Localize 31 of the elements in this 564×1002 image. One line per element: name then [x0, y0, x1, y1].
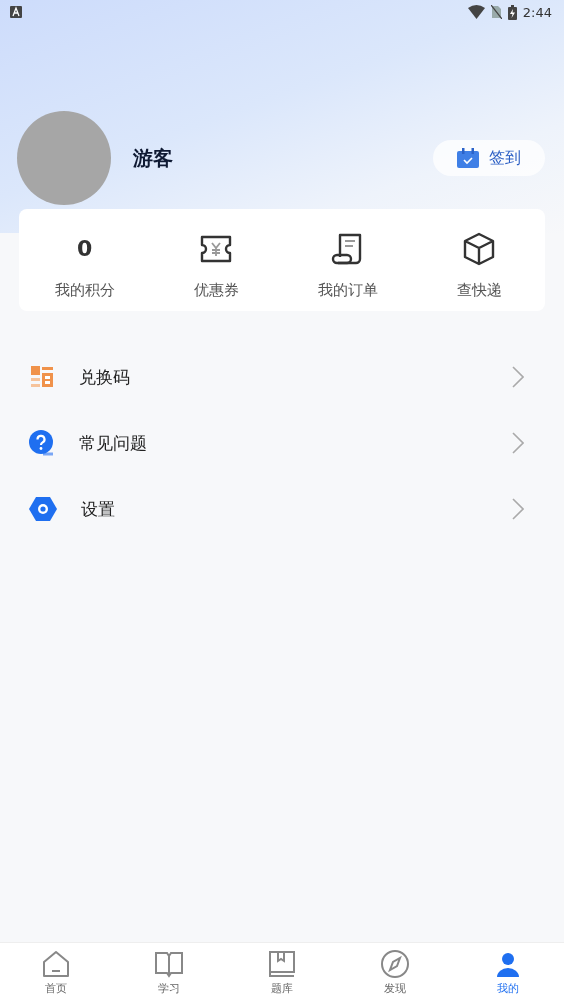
- tab[interactable]: 我的: [451, 943, 564, 1002]
- book-icon: [267, 949, 297, 979]
- stat-label[interactable]: 查快递: [456, 281, 502, 300]
- tab[interactable]: 发现: [338, 943, 452, 1002]
- chevron-right-icon: [512, 366, 524, 388]
- keyboard-icon: [10, 6, 22, 18]
- checkin-button[interactable]: 签到: [433, 140, 545, 176]
- wifi-icon: [467, 5, 485, 19]
- stat-label[interactable]: 我的积分: [54, 281, 115, 300]
- tab[interactable]: 学习: [112, 943, 226, 1002]
- menu-item[interactable]: 兑换码: [79, 365, 488, 389]
- points-value: 0: [77, 235, 93, 263]
- question-icon: [29, 430, 55, 456]
- book-icon: [154, 949, 185, 979]
- no-sim-icon: [490, 5, 502, 19]
- status-time: 2:44: [522, 4, 552, 20]
- settings-icon: [29, 496, 57, 522]
- menu-item[interactable]: 设置: [81, 497, 488, 521]
- stat-label[interactable]: 优惠券: [193, 281, 239, 300]
- qr-code-icon: [29, 364, 55, 390]
- menu-item[interactable]: 常见问题: [79, 431, 488, 455]
- chevron-right-icon: [512, 498, 524, 520]
- home-icon: [41, 949, 72, 979]
- chevron-right-icon: [512, 432, 524, 454]
- tab[interactable]: 首页: [0, 943, 113, 1002]
- stat-label[interactable]: 我的订单: [317, 281, 378, 300]
- calendar-icon: [457, 148, 479, 168]
- compass-icon: [379, 949, 410, 979]
- user-name: 游客: [133, 144, 174, 172]
- tab[interactable]: 题库: [225, 943, 339, 1002]
- battery-icon: [507, 4, 517, 20]
